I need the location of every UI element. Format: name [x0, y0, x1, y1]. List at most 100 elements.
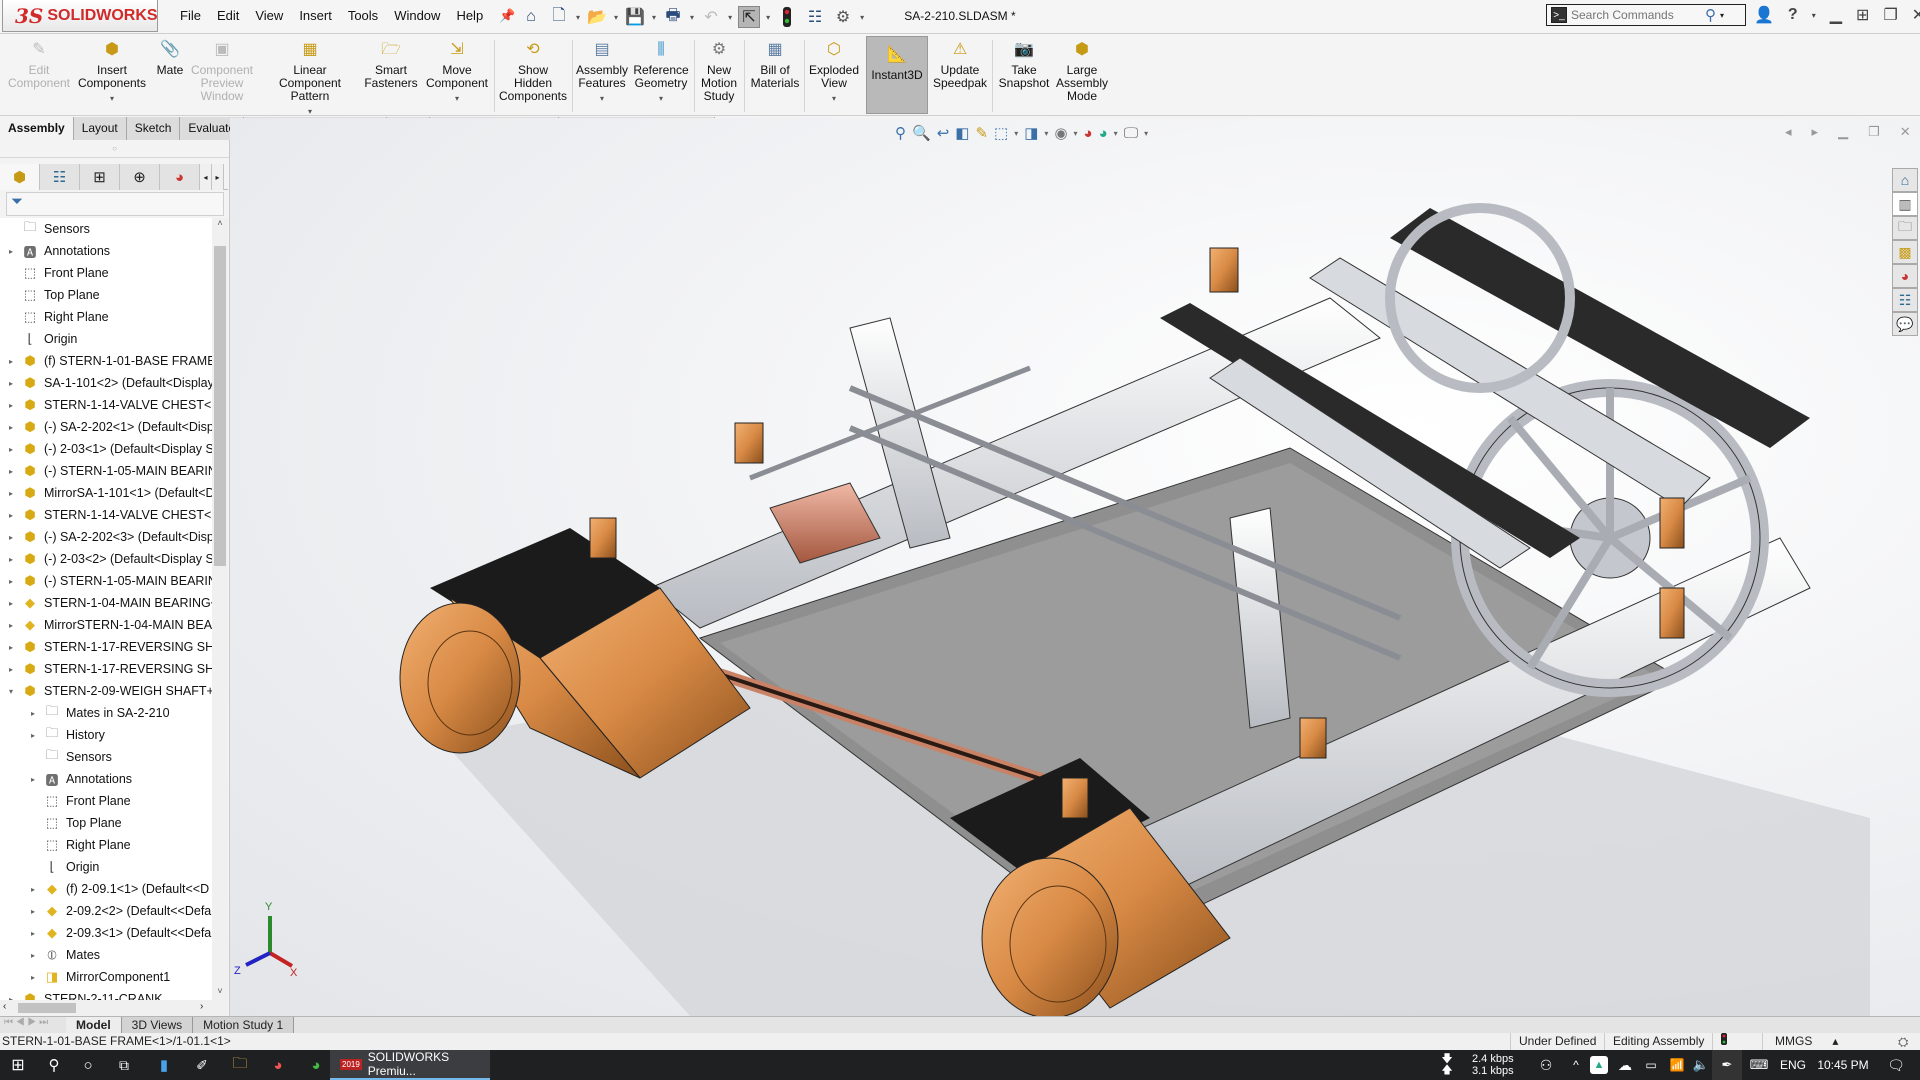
cortana-circle-icon[interactable]: ○ [72, 1050, 104, 1080]
tree-horizontal-scrollbar[interactable]: ‹ › [0, 1000, 228, 1016]
menu-insert[interactable]: Insert [291, 8, 340, 24]
options-dropdown-icon[interactable]: ▾ [860, 13, 864, 22]
tree-item[interactable]: ▸ ⬢ (-) SA-2-202<3> (Default<Disp [6, 526, 212, 548]
search-icon[interactable]: ⚲ [1705, 6, 1716, 24]
expand-arrow-icon[interactable]: ▸ [28, 907, 38, 916]
tab-layout[interactable]: Layout [73, 117, 127, 140]
tree-item[interactable]: ▸ 🅰 Annotations [28, 768, 132, 790]
exploded-view-button[interactable]: ⬡ Exploded View ▾ [808, 38, 860, 105]
tree-item[interactable]: ▸ ⬢ STERN-2-11-CRANK... [6, 988, 173, 1000]
restore-icon[interactable]: ❐ [1883, 5, 1897, 25]
tree-item[interactable]: ⬚ Front Plane [6, 262, 109, 284]
file-explorer-icon[interactable]: 🗀 [224, 1050, 256, 1080]
chevron-down-icon[interactable]: ▾ [455, 92, 459, 105]
tree-item[interactable]: ▸ 🗀 Mates in SA-2-210 [28, 702, 170, 724]
tab-navigation-arrows[interactable]: ⏮ ◀ ▶ ⏭ [0, 1017, 66, 1033]
pen-workspace-icon[interactable]: ✒ [1712, 1050, 1742, 1080]
expand-arrow-icon[interactable]: ▸ [6, 665, 16, 674]
tree-item[interactable]: ▸ ◨ MirrorComponent1 [28, 966, 170, 988]
new-document-icon[interactable]: 🗋 [548, 6, 570, 28]
menu-file[interactable]: File [172, 8, 209, 24]
customize-status-bar-icon[interactable]: ⛭ [1898, 1033, 1908, 1050]
tile-icon[interactable]: ⊞ [1856, 5, 1869, 25]
expand-arrow-icon[interactable]: ▸ [6, 247, 16, 256]
save-dropdown-icon[interactable]: ▾ [652, 13, 656, 22]
home-icon[interactable]: ⌂ [520, 6, 542, 28]
scrollbar-thumb[interactable] [18, 1003, 76, 1013]
task-view-icon[interactable]: ⧉ [108, 1050, 140, 1080]
chevron-down-icon[interactable]: ▾ [659, 92, 663, 105]
menu-help[interactable]: Help [448, 8, 491, 24]
filter-funnel-icon[interactable]: ⏷ [11, 193, 23, 210]
open-folder-icon[interactable]: 📂 [586, 6, 608, 28]
tree-item[interactable]: ▸ ⬢ MirrorSA-1-101<1> (Default<D [6, 482, 212, 504]
expand-arrow-icon[interactable]: ▸ [6, 445, 16, 454]
tree-item[interactable]: ▸ ⬢ SA-1-101<2> (Default<Display [6, 372, 212, 394]
units-selector[interactable]: MMGS ▴ [1762, 1033, 1846, 1050]
tree-item[interactable]: ▸ ⬢ STERN-1-14-VALVE CHEST<1> [6, 394, 212, 416]
mate-button[interactable]: 📎 Mate [152, 38, 188, 77]
rebuild-traffic-light-icon[interactable] [776, 6, 798, 28]
insert-components-button[interactable]: ⬢ Insert Components ▾ [76, 38, 148, 105]
expand-arrow-icon[interactable]: ▸ [6, 423, 16, 432]
tree-item[interactable]: ▸ ⬢ STERN-1-17-REVERSING SHAFT [6, 658, 212, 680]
select-cursor-icon[interactable]: ⇱ [738, 6, 761, 28]
tree-item[interactable]: 🗀 Sensors [28, 746, 111, 768]
volume-icon[interactable]: 🔈 [1690, 1050, 1712, 1080]
tree-item[interactable]: ▸ ⬢ (-) SA-2-202<1> (Default<Disp [6, 416, 212, 438]
custom-properties-icon[interactable]: ☷ [1892, 288, 1918, 312]
scroll-left-icon[interactable]: ‹ [3, 1001, 6, 1012]
wifi-icon[interactable]: 📶 [1666, 1050, 1688, 1080]
tree-item[interactable]: ▸ ⬢ (-) STERN-1-05-MAIN BEARING [6, 570, 212, 592]
windows-start-icon[interactable]: ⊞ [0, 1050, 36, 1080]
pinned-app-icon[interactable]: ✐ [186, 1050, 218, 1080]
show-hidden-icons-chevron-icon[interactable]: ^ [1566, 1050, 1586, 1080]
expand-arrow-icon[interactable]: ▸ [6, 621, 16, 630]
expand-arrow-icon[interactable]: ▸ [6, 401, 16, 410]
instant3d-button[interactable]: 📐 Instant3D [866, 36, 928, 114]
tree-item[interactable]: ▸ ◆ 2-09.3<1> (Default<<Defa [28, 922, 211, 944]
taskbar-solidworks-app[interactable]: 2019 SOLIDWORKS Premiu... [330, 1050, 490, 1080]
print-icon[interactable]: 🖶 [662, 6, 684, 28]
people-icon[interactable]: ⚇ [1534, 1050, 1558, 1080]
battery-icon[interactable]: ▭ [1640, 1050, 1662, 1080]
file-explorer-icon[interactable]: 🗀 [1892, 216, 1918, 240]
search-commands-box[interactable]: >_ ⚲ ▾ [1546, 4, 1746, 26]
tree-item[interactable]: ⬚ Top Plane [28, 812, 122, 834]
tree-item[interactable]: ⬚ Front Plane [28, 790, 131, 812]
help-dropdown-icon[interactable]: ▾ [1812, 11, 1816, 20]
tree-item[interactable]: ⬚ Right Plane [6, 306, 109, 328]
expand-arrow-icon[interactable]: ▸ [6, 643, 16, 652]
tree-item[interactable]: ▸ 🗀 History [28, 724, 105, 746]
rebuild-status-icon[interactable] [1712, 1033, 1735, 1050]
featuremanager-tree-tab-icon[interactable]: ⬢ [0, 164, 40, 190]
search-input[interactable] [1571, 8, 1701, 22]
tree-item[interactable]: ⌊ Origin [6, 328, 77, 350]
menu-view[interactable]: View [247, 8, 291, 24]
select-dropdown-icon[interactable]: ▾ [766, 13, 770, 22]
tree-item[interactable]: ▸ ⬢ STERN-1-14-VALVE CHEST<2> [6, 504, 212, 526]
undo-dropdown-icon[interactable]: ▾ [728, 13, 732, 22]
tree-item[interactable]: ▸ 🅰 Annotations [6, 240, 110, 262]
displaymanager-tab-icon[interactable]: ◕ [160, 164, 200, 190]
reference-geometry-button[interactable]: ⫼ Reference Geometry ▾ [632, 38, 690, 105]
tree-vertical-scrollbar[interactable]: ˄ ˅ [212, 218, 228, 1000]
expand-arrow-icon[interactable]: ▸ [6, 533, 16, 542]
tree-item[interactable]: ▸ ◆ STERN-1-04-MAIN BEARING<1 [6, 592, 212, 614]
expand-arrow-icon[interactable]: ▸ [6, 379, 16, 388]
chevron-down-icon[interactable]: ▾ [600, 92, 604, 105]
expand-arrow-icon[interactable]: ▸ [6, 555, 16, 564]
bill-of-materials-button[interactable]: ▦ Bill of Materials [750, 38, 800, 90]
expand-arrow-icon[interactable]: ▸ [28, 951, 38, 960]
expand-arrow-icon[interactable]: ▸ [28, 885, 38, 894]
assembly-3d-model[interactable] [230, 118, 1920, 1016]
view-palette-icon[interactable]: ▩ [1892, 240, 1918, 264]
design-library-icon[interactable]: ▥ [1892, 192, 1918, 216]
action-center-icon[interactable]: 🗨 [1878, 1050, 1914, 1080]
dimxpertmanager-tab-icon[interactable]: ⊕ [120, 164, 160, 190]
collapse-arrow-icon[interactable]: ▾ [6, 687, 16, 696]
tree-item[interactable]: ▸ ⬢ (-) STERN-1-05-MAIN BEARING [6, 460, 212, 482]
new-motion-study-button[interactable]: ⚙ New Motion Study [698, 38, 740, 103]
solidworks-resources-home-icon[interactable]: ⌂ [1892, 168, 1918, 192]
expand-arrow-icon[interactable]: ▸ [28, 973, 38, 982]
